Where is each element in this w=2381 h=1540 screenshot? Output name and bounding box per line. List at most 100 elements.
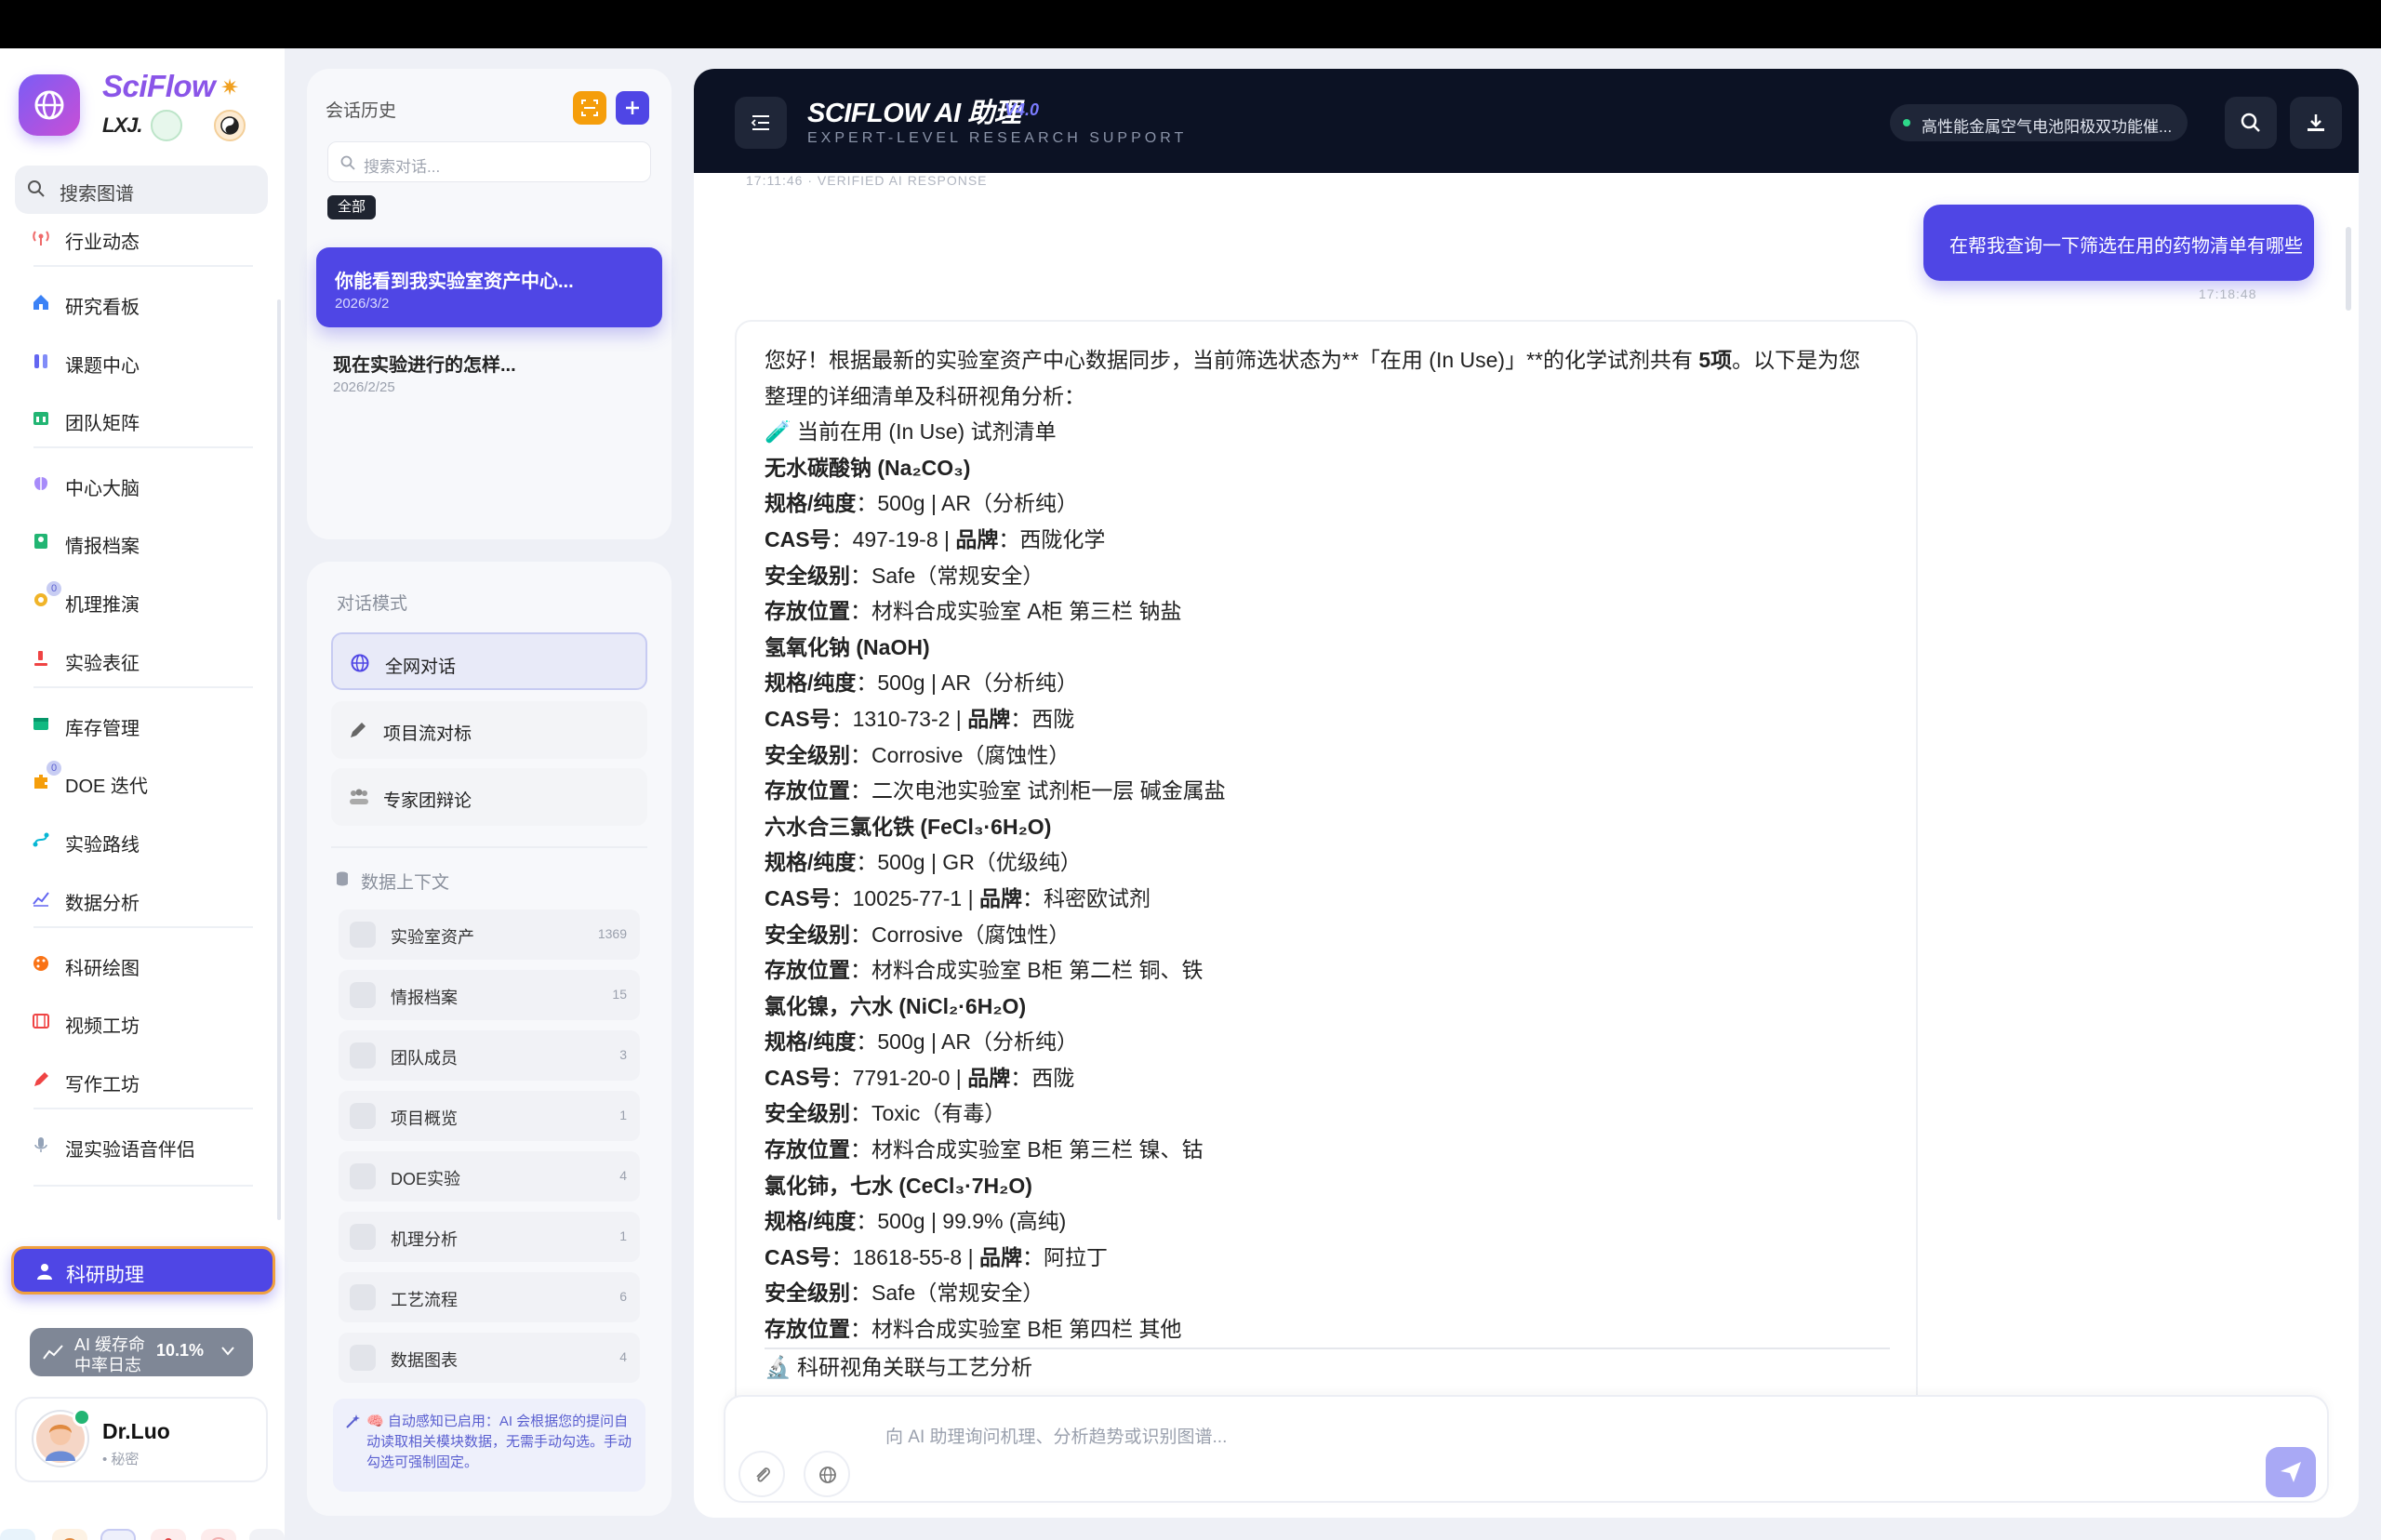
sidebar-item-topic-center[interactable]: 课题中心 — [26, 342, 259, 379]
history-icon[interactable] — [52, 1529, 87, 1540]
ai-response-card: 您好！根据最新的实验室资产中心数据同步，当前筛选状态为**「在用 (In Use… — [735, 320, 1918, 1454]
chart-icon — [350, 1345, 376, 1371]
graph-search-label: 搜索图谱 — [60, 184, 134, 205]
sidebar-item-team-matrix[interactable]: 团队矩阵 — [26, 400, 259, 437]
sidebar-divider — [33, 1108, 253, 1109]
sidebar-item-research-assistant[interactable]: 科研助理 — [11, 1246, 275, 1294]
group-icon — [350, 789, 368, 804]
window-top-bar — [0, 0, 2381, 48]
home-icon — [33, 295, 48, 310]
sidebar-item-writing[interactable]: 写作工坊 — [26, 1061, 259, 1098]
user-role: • 秘密 — [102, 1452, 140, 1467]
mode-project-benchmark[interactable]: 项目流对标 — [331, 701, 647, 759]
team-icon — [33, 412, 48, 425]
atom-icon — [34, 90, 64, 120]
sidebar-item-drawing[interactable]: 科研绘图 — [26, 945, 259, 982]
chat-main: SCIFLOW AI 助理 V4.0 EXPERT-LEVEL RESEARCH… — [694, 69, 2359, 1518]
app-logo[interactable] — [19, 74, 80, 136]
chevron-down-icon — [221, 1347, 234, 1356]
status-icon[interactable] — [151, 110, 182, 141]
mode-web-chat[interactable]: 全网对话 — [331, 632, 647, 690]
settings-gear-icon[interactable] — [0, 1529, 35, 1540]
sidebar-scrollbar[interactable] — [277, 299, 281, 1220]
web-toggle-button[interactable] — [804, 1451, 850, 1497]
user-card[interactable]: Dr.Luo • 秘密 — [15, 1397, 268, 1482]
archive-icon — [34, 534, 47, 549]
user-name: Dr.Luo — [102, 1419, 170, 1443]
filter-all-chip[interactable]: 全部 — [327, 195, 376, 219]
globe-icon — [351, 654, 369, 672]
ai-response-body: 您好！根据最新的实验室资产中心数据同步，当前筛选状态为**「在用 (In Use… — [765, 342, 1890, 1385]
mic-icon[interactable] — [151, 1529, 186, 1540]
section-divider — [331, 846, 647, 848]
sidebar-item-route[interactable]: 实验路线 — [26, 821, 259, 858]
route-icon — [33, 832, 49, 847]
sidebar-item-industry-news[interactable]: 行业动态 — [26, 219, 259, 256]
chat-scrollbar[interactable] — [2346, 227, 2351, 311]
context-item-lab-assets[interactable]: 实验室资产 1369 — [339, 909, 640, 960]
context-item-doe[interactable]: DOE实验 4 — [339, 1151, 640, 1201]
chat-header: SCIFLOW AI 助理 V4.0 EXPERT-LEVEL RESEARCH… — [694, 69, 2359, 173]
beaker-icon — [350, 1163, 376, 1189]
graph-search[interactable]: 搜索图谱 — [15, 166, 268, 214]
chat-title: SCIFLOW AI 助理 — [807, 99, 1021, 128]
attach-button[interactable] — [738, 1451, 785, 1497]
document-icon — [350, 982, 376, 1008]
context-item-process[interactable]: 工艺流程 6 — [339, 1272, 640, 1322]
search-icon — [340, 155, 355, 170]
auto-context-note: 🧠 自动感知已启用：AI 会根据您的提问自动读取相关模块数据，无需手动勾选。手动… — [333, 1399, 645, 1492]
sidebar-item-research-board[interactable]: 研究看板 — [26, 284, 259, 321]
sidebar-item-data-analysis[interactable]: 数据分析 — [26, 880, 259, 917]
brand-sub: LXJ. — [102, 113, 142, 137]
history-search-input[interactable]: 搜索对话... — [327, 141, 651, 182]
message-timestamp: 17:11:46 · VERIFIED AI RESPONSE — [746, 173, 988, 188]
box-icon — [350, 922, 376, 948]
search-button[interactable] — [2225, 97, 2277, 149]
context-item-project[interactable]: 项目概览 1 — [339, 1091, 640, 1141]
sidebar-item-central-brain[interactable]: 中心大脑 — [26, 465, 259, 502]
reagent-item: 六水合三氯化铁 (FeCl₃·6H₂O) 规格/纯度：500g | GR（优级纯… — [765, 814, 1204, 983]
toggle-panel-button[interactable] — [735, 97, 787, 149]
sidebar-divider — [33, 926, 253, 928]
mode-expert-debate[interactable]: 专家团辩论 — [331, 768, 647, 826]
context-item-charts[interactable]: 数据图表 4 — [339, 1333, 640, 1383]
sidebar-divider — [33, 1185, 253, 1187]
message-composer[interactable]: 向 AI 助理询问机理、分析趋势或识别图谱... — [724, 1395, 2329, 1503]
user-message-time: 17:18:48 — [2199, 286, 2257, 301]
palette-icon — [33, 956, 48, 971]
microscope-icon — [34, 651, 47, 666]
hierarchy-icon — [350, 1284, 376, 1310]
context-item-team[interactable]: 团队成员 3 — [339, 1030, 640, 1081]
sidebar-item-characterization[interactable]: 实验表征 — [26, 640, 259, 677]
search-icon — [28, 180, 45, 197]
sidebar-item-inventory[interactable]: 库存管理 — [26, 705, 259, 742]
context-item-mechanism[interactable]: 机理分析 1 — [339, 1212, 640, 1262]
sidebar-item-video[interactable]: 视频工坊 — [26, 1002, 259, 1040]
history-title: 会话历史 — [326, 101, 397, 121]
new-chat-button[interactable] — [616, 91, 649, 125]
conversation-item-active[interactable]: 你能看到我实验室资产中心... 2026/3/2 — [316, 247, 662, 327]
mode-title: 对话模式 — [337, 594, 408, 614]
antenna-icon — [33, 231, 49, 246]
yin-yang-icon[interactable] — [214, 110, 246, 141]
terminal-icon[interactable] — [100, 1529, 136, 1540]
context-item-intel[interactable]: 情报档案 15 — [339, 970, 640, 1020]
nodes-icon — [350, 1103, 376, 1129]
scan-button[interactable] — [573, 91, 606, 125]
ai-analysis-heading: 🔬 科研视角关联与工艺分析 — [765, 1354, 1033, 1379]
topic-selector[interactable]: 高性能金属空气电池阳极双功能催... — [1890, 104, 2188, 141]
reagent-item: 氯化铈，七水 (CeCl₃·7H₂O) 规格/纯度：500g | 99.9% (… — [765, 1173, 1182, 1342]
bell-icon[interactable] — [249, 1529, 285, 1540]
sidebar-item-voice-companion[interactable]: 湿实验语音伴侣 — [26, 1126, 259, 1163]
sidebar-item-intel-archive[interactable]: 情报档案 — [26, 523, 259, 560]
cache-hit-log[interactable]: AI 缓存命 中率日志 10.1% — [30, 1328, 253, 1376]
send-button[interactable] — [2266, 1447, 2316, 1497]
sparkle-icon: ✷ — [220, 75, 240, 100]
scan-icon — [581, 100, 598, 116]
composer-input[interactable]: 向 AI 助理询问机理、分析趋势或识别图谱... — [885, 1423, 1227, 1448]
record-icon[interactable] — [201, 1529, 236, 1540]
badge-icon: 0 — [47, 761, 61, 776]
reagent-item: 氯化镍，六水 (NiCl₂·6H₂O) 规格/纯度：500g | AR（分析纯）… — [765, 993, 1204, 1162]
box-icon — [33, 718, 48, 730]
download-button[interactable] — [2290, 97, 2342, 149]
